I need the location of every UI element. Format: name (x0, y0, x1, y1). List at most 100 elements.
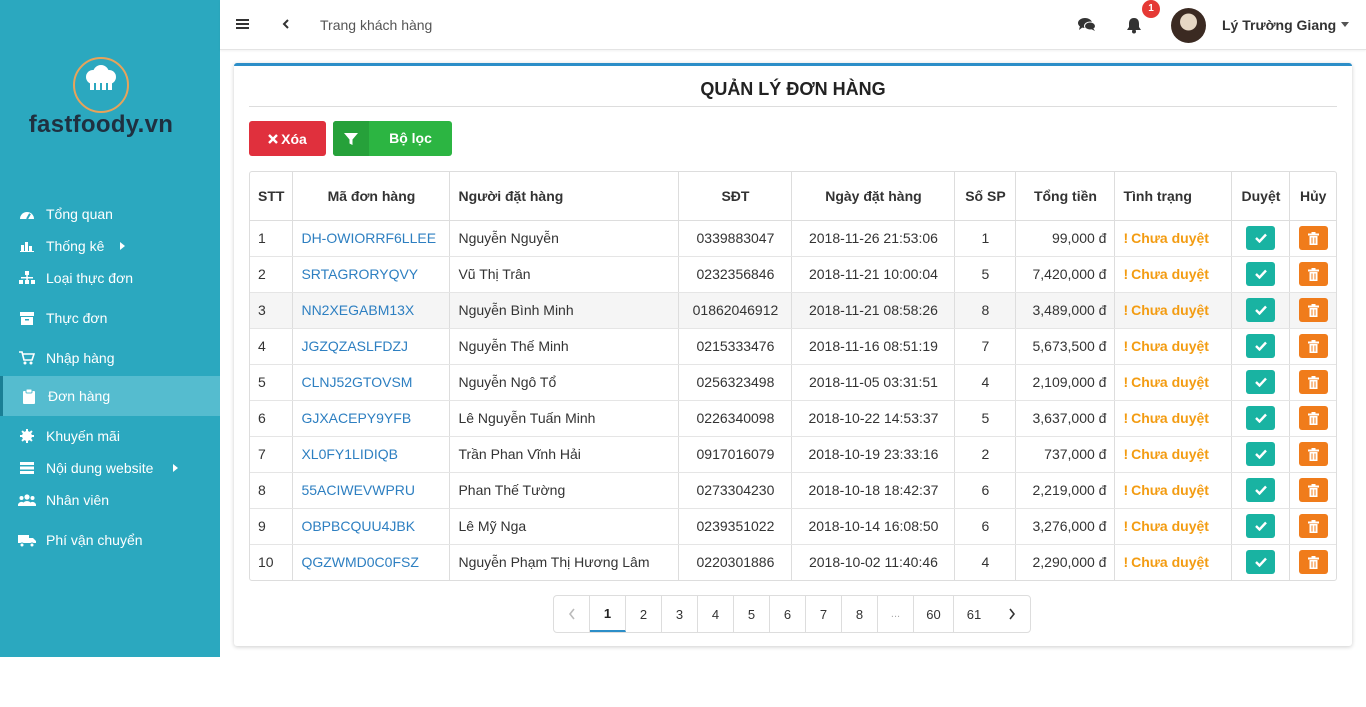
approve-button[interactable] (1246, 370, 1276, 394)
approve-button[interactable] (1246, 478, 1276, 502)
approve-button[interactable] (1246, 334, 1276, 358)
bell-icon[interactable] (1126, 16, 1142, 34)
sidebar-item-noi-dung-website[interactable]: Nội dung website (0, 456, 220, 480)
table-row[interactable]: 10 QGZWMD0C0FSZ Nguyễn Phạm Thị Hương Lâm 0… (250, 544, 1336, 580)
order-code-link[interactable]: 55ACIWEVWPRU (292, 472, 451, 509)
cancel-order-button[interactable] (1298, 226, 1328, 250)
column-header-order-date[interactable]: Ngày đặt hàng (791, 172, 956, 221)
status-text: Chưa duyệt (1131, 554, 1209, 571)
order-code-link[interactable]: XL0FY1LIDIQB (292, 436, 451, 473)
order-code-link[interactable]: OBPBCQUU4JBK (292, 508, 451, 545)
sidebar-item-nhap-hang[interactable]: Nhập hàng (0, 340, 220, 376)
column-header-stt[interactable]: STT (250, 172, 294, 221)
sidebar-item-khuyen-mai[interactable]: Khuyến mãi (0, 416, 220, 456)
trash-icon (1307, 339, 1319, 353)
cancel-order-button[interactable] (1298, 406, 1328, 430)
approve-button[interactable] (1246, 550, 1276, 575)
exclamation-icon: ! (1123, 518, 1129, 534)
order-code-link[interactable]: CLNJ52GTOVSM (292, 364, 451, 401)
trash-icon (1307, 231, 1319, 245)
sidebar-item-phi-van-chuyen[interactable]: Phí vận chuyển (0, 520, 220, 560)
cancel-order-button[interactable] (1298, 298, 1328, 322)
brand-logo[interactable]: fastfoody.vn (20, 55, 200, 145)
column-header-customer[interactable]: Người đặt hàng (449, 172, 680, 221)
table-row[interactable]: 7 XL0FY1LIDIQB Trần Phan Vĩnh Hải 091701607… (250, 436, 1336, 473)
approve-button[interactable] (1246, 262, 1276, 286)
approve-button[interactable] (1246, 298, 1276, 322)
chevron-right-icon (120, 242, 125, 250)
approve-button[interactable] (1246, 514, 1276, 538)
topbar: Trang khách hàng 1 Lý Trường Giang (220, 0, 1366, 50)
cell-quantity: 1 (954, 220, 1017, 257)
breadcrumb[interactable]: Trang khách hàng (320, 17, 432, 33)
table-row[interactable]: 2 SRTAGRORYQVY Vũ Thị Trân 0232356846 2018-1… (250, 256, 1336, 293)
cancel-order-button[interactable] (1298, 514, 1328, 538)
table-row[interactable]: 6 GJXACEPY9YFB Lê Nguyễn Tuấn Minh 02263400… (250, 400, 1336, 437)
cancel-order-button[interactable] (1298, 442, 1328, 466)
sidebar-item-loai-thuc-don[interactable]: Loại thực đơn (0, 260, 220, 296)
cell-phone: 0232356846 (678, 256, 793, 293)
table-row[interactable]: 9 OBPBCQUU4JBK Lê Mỹ Nga 0239351022 2018-10-… (250, 508, 1336, 545)
user-name[interactable]: Lý Trường Giang (1222, 17, 1336, 33)
order-code-link[interactable]: NN2XEGABM13X (292, 292, 451, 329)
order-code-link[interactable]: QGZWMD0C0FSZ (292, 544, 451, 580)
pagination-page-2[interactable]: 2 (626, 596, 662, 632)
cancel-order-button[interactable] (1298, 370, 1328, 394)
sidebar-item-label: Loại thực đơn (46, 270, 134, 286)
approve-button[interactable] (1246, 226, 1276, 250)
column-header-quantity[interactable]: Số SP (954, 172, 1017, 221)
sidebar-item-nhan-vien[interactable]: Nhân viên (0, 480, 220, 520)
cell-cancel (1289, 256, 1336, 293)
order-code-link[interactable]: JGZQZASLFDZJ (292, 328, 451, 365)
cancel-order-button[interactable] (1298, 550, 1328, 575)
order-code-link[interactable]: GJXACEPY9YFB (292, 400, 451, 437)
cancel-order-button[interactable] (1298, 334, 1328, 358)
chat-icon[interactable] (1078, 17, 1096, 33)
pagination-page-60[interactable]: 60 (914, 596, 954, 632)
chevron-left-icon[interactable] (280, 17, 292, 31)
sidebar-item-thuc-don[interactable]: Thực đơn (0, 296, 220, 340)
pagination-prev-button[interactable] (554, 596, 590, 632)
sidebar-item-thong-ke[interactable]: Thống kê (0, 232, 220, 260)
avatar[interactable] (1171, 8, 1206, 43)
pagination-page-4[interactable]: 4 (698, 596, 734, 632)
truck-icon (16, 532, 38, 548)
table-row[interactable]: 8 55ACIWEVWPRU Phan Thế Tường 0273304230 201… (250, 472, 1336, 509)
cell-order-date: 2018-11-05 03:31:51 (791, 364, 956, 401)
trash-icon (1307, 519, 1319, 533)
pagination-next-button[interactable] (994, 596, 1030, 632)
table-row[interactable]: 1 DH-OWIORRF6LLEE Nguyễn Nguyễn 0339883047 2… (250, 220, 1336, 257)
sidebar-item-tong-quan[interactable]: Tổng quan (0, 196, 220, 232)
cancel-order-button[interactable] (1298, 478, 1328, 502)
pagination-page-8[interactable]: 8 (842, 596, 878, 632)
status-text: Chưa duyệt (1131, 230, 1209, 246)
table-row[interactable]: 5 CLNJ52GTOVSM Nguyễn Ngô Tổ 0256323498 2018… (250, 364, 1336, 401)
pagination-page-3[interactable]: 3 (662, 596, 698, 632)
filter-button[interactable]: Bộ lọc (333, 121, 452, 156)
pagination-page-7[interactable]: 7 (806, 596, 842, 632)
column-header-total[interactable]: Tổng tiền (1015, 172, 1116, 221)
cell-total: 2,290,000 đ (1015, 544, 1116, 580)
chevron-right-icon (1008, 608, 1016, 620)
approve-button[interactable] (1246, 406, 1276, 430)
hamburger-menu-icon[interactable] (236, 17, 250, 31)
column-header-status[interactable]: Tình trạng (1114, 172, 1233, 221)
pagination-page-6[interactable]: 6 (770, 596, 806, 632)
caret-down-icon[interactable] (1341, 22, 1349, 27)
table-row[interactable]: 3 NN2XEGABM13X Nguyễn Bình Minh 01862046912… (250, 292, 1336, 329)
pagination-page-61[interactable]: 61 (954, 596, 994, 632)
delete-button[interactable]: Xóa (249, 121, 326, 156)
pagination-page-1[interactable]: 1 (590, 596, 626, 632)
cancel-order-button[interactable] (1298, 262, 1328, 286)
order-code-link[interactable]: SRTAGRORYQVY (292, 256, 451, 293)
check-icon (1255, 269, 1267, 279)
approve-button[interactable] (1246, 442, 1276, 466)
order-code-link[interactable]: DH-OWIORRF6LLEE (292, 220, 451, 257)
table-row[interactable]: 4 JGZQZASLFDZJ Nguyễn Thế Minh 0215333476 20… (250, 328, 1336, 365)
sidebar-item-don-hang[interactable]: Đơn hàng (0, 376, 220, 416)
pagination-page-5[interactable]: 5 (734, 596, 770, 632)
delete-button-label: Xóa (281, 130, 307, 147)
column-header-order-code[interactable]: Mã đơn hàng (292, 172, 451, 221)
exclamation-icon: ! (1123, 266, 1129, 282)
column-header-phone[interactable]: SĐT (678, 172, 793, 221)
